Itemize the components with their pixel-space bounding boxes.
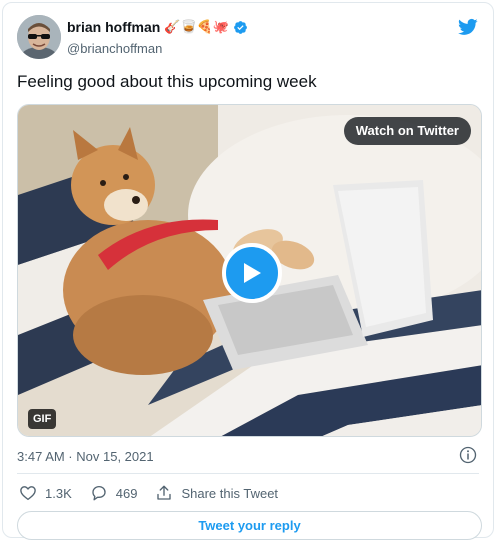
- heart-icon: [20, 486, 36, 501]
- play-button[interactable]: [222, 243, 282, 303]
- tweet-timestamp[interactable]: 3:47 AM · Nov 15, 2021: [17, 449, 154, 464]
- like-count: 1.3K: [45, 485, 72, 501]
- like-action[interactable]: 1.3K: [19, 484, 72, 502]
- tweet-actions: 1.3K 469 Share this Tweet: [19, 484, 296, 502]
- divider: [17, 473, 479, 474]
- verified-badge-icon: [234, 20, 247, 34]
- share-action[interactable]: Share this Tweet: [155, 484, 278, 502]
- twitter-bird-icon[interactable]: [457, 17, 479, 37]
- tweet-your-reply-button[interactable]: Tweet your reply: [17, 511, 482, 540]
- author-handle[interactable]: @brianchoffman: [67, 41, 162, 56]
- display-name[interactable]: brian hoffman: [67, 19, 160, 35]
- share-icon: [157, 485, 172, 500]
- watch-on-twitter-button[interactable]: Watch on Twitter: [343, 117, 471, 145]
- author-name-row[interactable]: brian hoffman 🎸🥃🍕🐙: [67, 19, 248, 35]
- tweet-text: Feeling good about this upcoming week: [17, 72, 317, 91]
- name-emojis: 🎸🥃🍕🐙: [164, 19, 230, 34]
- info-icon[interactable]: [459, 446, 477, 464]
- avatar[interactable]: [17, 15, 61, 59]
- reply-action[interactable]: 469: [90, 484, 138, 502]
- tweet-card: brian hoffman 🎸🥃🍕🐙 @brianchoffman Feelin…: [2, 2, 494, 540]
- reply-count: 469: [115, 485, 138, 501]
- share-label: Share this Tweet: [181, 485, 279, 501]
- play-icon: [244, 263, 261, 283]
- gif-badge: GIF: [28, 409, 57, 429]
- tweet-media-gif[interactable]: Watch on Twitter GIF: [17, 104, 482, 437]
- reply-icon: [92, 485, 106, 501]
